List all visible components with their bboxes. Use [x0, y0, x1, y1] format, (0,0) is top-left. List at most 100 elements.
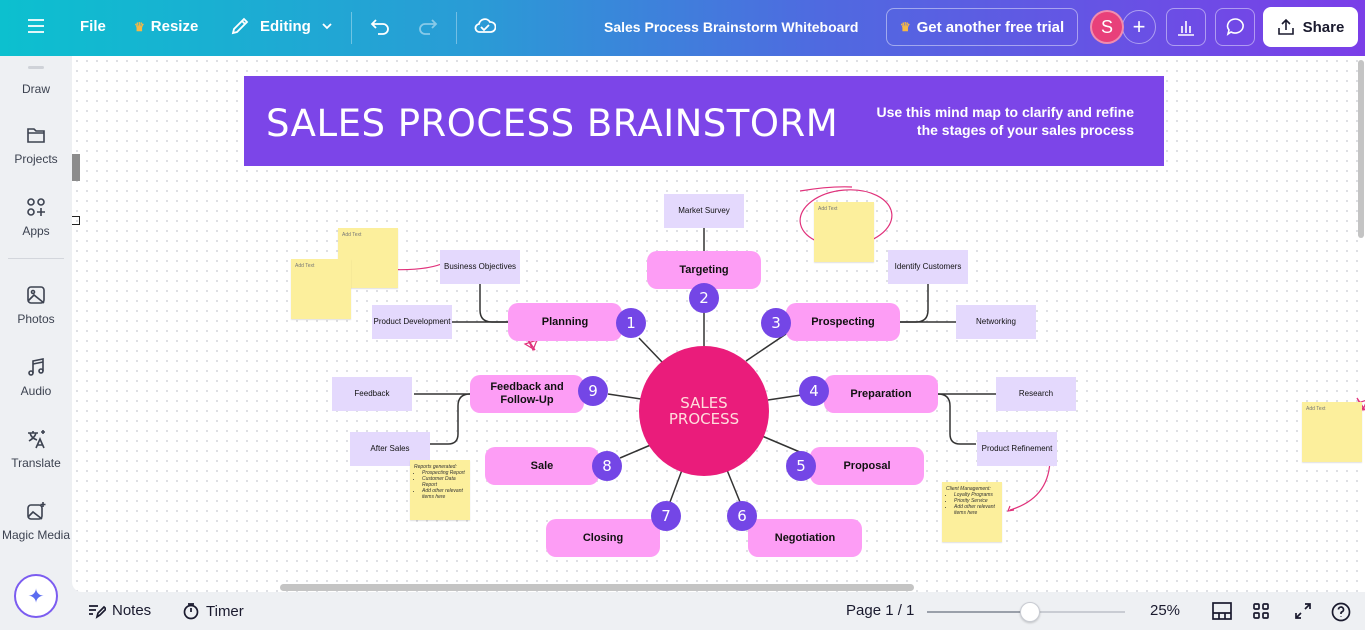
help-icon [1331, 602, 1351, 622]
whiteboard-canvas[interactable]: SALES PROCESS BRAINSTORM Use this mind m… [72, 56, 1365, 592]
subtopic-feedback[interactable]: Feedback [332, 377, 412, 411]
subtopic-label: Product Development [373, 317, 451, 326]
redo-icon [419, 19, 438, 35]
notes-icon [89, 604, 106, 619]
sidebar-item-apps[interactable]: Apps [0, 196, 72, 238]
connector [900, 284, 929, 323]
sticky-placeholder: Add Text [342, 232, 362, 238]
timer-button[interactable]: Timer [182, 602, 244, 620]
menu-button[interactable] [26, 16, 46, 36]
page-view-button[interactable] [1212, 602, 1232, 620]
subtopic-label: After Sales [370, 444, 410, 453]
add-collaborator-button[interactable]: + [1122, 10, 1156, 44]
stage-number: 9 [588, 382, 598, 400]
stage-prospecting[interactable]: Prospecting [786, 303, 900, 341]
cloud-save-status[interactable] [474, 16, 496, 36]
subtopic-identify-customers[interactable]: Identify Customers [888, 250, 968, 284]
stage-number-badge: 6 [727, 501, 757, 531]
connector [607, 393, 642, 400]
editing-dropdown[interactable]: Editing [230, 16, 333, 36]
stage-number-badge: 5 [786, 451, 816, 481]
file-label: File [80, 18, 106, 35]
page-indicator[interactable]: Page 1 / 1 [846, 602, 914, 619]
notes-button[interactable]: Notes [88, 602, 151, 619]
subtopic-business-objectives[interactable]: Business Objectives [440, 250, 520, 284]
resize-button[interactable]: ♛ Resize [134, 18, 198, 35]
redo-button[interactable] [416, 16, 438, 36]
vertical-scrollbar[interactable] [1358, 60, 1364, 238]
sidebar-item-photos[interactable]: Photos [0, 284, 72, 326]
subtopic-product-development[interactable]: Product Development [372, 305, 452, 339]
magic-assistant-button[interactable]: ✦ [14, 574, 58, 618]
sticky-note-reports[interactable]: Reports generated: Prospecting Report Cu… [410, 460, 470, 520]
subtopic-research[interactable]: Research [996, 377, 1076, 411]
page-view-icon [1212, 602, 1232, 620]
zoom-slider-knob[interactable] [1019, 602, 1040, 622]
pencil-icon [231, 17, 249, 35]
fullscreen-button[interactable] [1294, 602, 1312, 620]
sticky-note[interactable]: Add Text [814, 202, 874, 262]
free-trial-label: Get another free trial [916, 18, 1065, 36]
zoom-slider[interactable] [927, 602, 1125, 622]
horizontal-scrollbar[interactable] [280, 584, 914, 591]
stage-sale[interactable]: Sale [485, 447, 599, 485]
subtopic-label: Feedback [354, 389, 390, 398]
connector [726, 469, 741, 503]
subtopic-networking[interactable]: Networking [956, 305, 1036, 339]
stage-label: Negotiation [774, 531, 836, 544]
stage-number: 1 [626, 314, 636, 332]
expand-icon [1295, 603, 1311, 619]
timer-icon [183, 603, 199, 620]
stage-number-badge: 3 [761, 308, 791, 338]
subtopic-market-survey[interactable]: Market Survey [664, 194, 744, 228]
sidebar-item-label: Photos [17, 312, 55, 326]
music-icon [28, 358, 44, 376]
stage-feedback-follow-up[interactable]: Feedback and Follow-Up [470, 375, 584, 413]
stage-number: 3 [771, 314, 781, 332]
drag-handle [28, 66, 44, 69]
stage-preparation[interactable]: Preparation [824, 375, 938, 413]
editing-label: Editing [260, 17, 311, 35]
sticky-note[interactable]: Add Text [1302, 402, 1362, 462]
document-title[interactable]: Sales Process Brainstorm Whiteboard [604, 19, 858, 35]
sticky-note[interactable]: Add Text [291, 259, 351, 319]
undo-button[interactable] [370, 16, 392, 36]
stage-proposal[interactable]: Proposal [810, 447, 924, 485]
sidebar-item-audio[interactable]: Audio [0, 356, 72, 398]
zoom-slider-fill [927, 611, 1030, 613]
connector [479, 284, 508, 323]
help-button[interactable] [1331, 602, 1351, 622]
toolbar-divider [456, 12, 457, 44]
share-button[interactable]: Share [1263, 7, 1358, 47]
sidebar-item-label: Translate [11, 456, 61, 470]
subtopic-label: Research [1018, 389, 1054, 398]
sidebar-item-label: Audio [20, 384, 52, 398]
cloud-check-icon [474, 18, 496, 33]
stage-negotiation[interactable]: Negotiation [748, 519, 862, 557]
sidebar-item-projects[interactable]: Projects [0, 124, 72, 166]
sidebar-item-label: Projects [14, 152, 58, 166]
sidebar-item-magic-media[interactable]: Magic Media [0, 500, 72, 542]
stage-closing[interactable]: Closing [546, 519, 660, 557]
file-menu[interactable]: File [80, 18, 106, 35]
sidebar-item-translate[interactable]: Translate [0, 428, 72, 470]
center-line: PROCESS [668, 410, 740, 428]
insights-button[interactable] [1166, 8, 1206, 46]
user-avatar[interactable]: S [1090, 10, 1124, 44]
comments-button[interactable] [1215, 8, 1255, 46]
stage-label: Closing [582, 531, 624, 544]
zoom-level[interactable]: 25% [1150, 602, 1180, 619]
stage-label: Prospecting [811, 315, 875, 328]
stage-planning[interactable]: Planning [508, 303, 622, 341]
free-trial-button[interactable]: ♛ Get another free trial [886, 8, 1078, 46]
subtopic-product-refinement[interactable]: Product Refinement [977, 432, 1057, 466]
magic-media-icon [27, 502, 46, 520]
sidebar-item-label: Magic Media [1, 528, 71, 542]
left-sidebar: Draw Projects Apps Photos Audio Translat… [0, 56, 72, 630]
sidebar-item-draw[interactable]: Draw [0, 82, 72, 96]
sticky-note-client[interactable]: Client Management: Loyalty Programs Prio… [942, 482, 1002, 542]
grid-view-button[interactable] [1252, 602, 1270, 620]
bar-chart-icon [1178, 21, 1194, 36]
central-node[interactable]: SALES PROCESS [639, 346, 769, 476]
stage-label: Proposal [843, 459, 891, 472]
